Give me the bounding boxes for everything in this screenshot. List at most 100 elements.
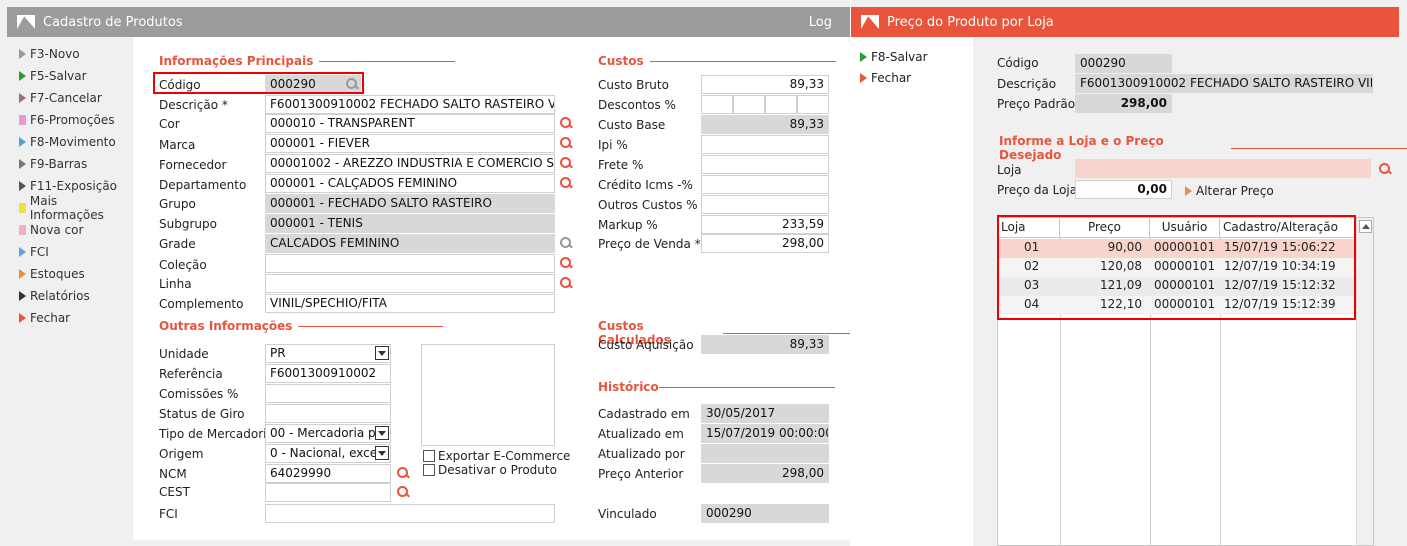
desconto-1-field[interactable] (701, 95, 733, 114)
marca-label: Marca (159, 138, 196, 152)
sidebar-item[interactable]: F9-Barras (19, 154, 87, 174)
custo-aquisicao-field: 89,33 (701, 335, 829, 354)
loja-field[interactable] (1075, 159, 1371, 178)
colecao-field[interactable] (265, 254, 555, 273)
sidebar-item[interactable]: F8-Salvar (860, 48, 928, 66)
custo-bruto-field[interactable]: 89,33 (701, 75, 829, 94)
ncm-field[interactable]: 64029990 (265, 464, 391, 483)
unidade-select[interactable]: PR (265, 344, 391, 363)
search-icon[interactable] (560, 177, 572, 189)
search-icon[interactable] (397, 486, 409, 498)
search-icon[interactable] (560, 257, 572, 269)
log-link[interactable]: Log (809, 15, 832, 30)
sidebar-icon (19, 181, 26, 191)
sidebar-item-label: F8-Salvar (871, 50, 928, 64)
complemento-field[interactable]: VINIL/SPECHIO/FITA (265, 294, 555, 313)
search-icon[interactable] (397, 467, 409, 479)
custo-base-label: Custo Base (598, 118, 666, 132)
alterar-preco-button[interactable]: Alterar Preço (1185, 184, 1274, 198)
title-bar: Cadastro de Produtos Log (7, 7, 850, 37)
fornecedor-field[interactable]: 00001002 - AREZZO INDUSTRIA E COMERCIO S… (265, 154, 555, 173)
markup-field[interactable]: 233,59 (701, 215, 829, 234)
outros-field[interactable] (701, 195, 829, 214)
sidebar-item[interactable]: Nova cor (19, 220, 83, 240)
ipi-field[interactable] (701, 135, 829, 154)
sidebar-item-label: Fechar (871, 71, 912, 85)
search-icon[interactable] (560, 157, 572, 169)
sidebar-item-label: Fechar (30, 311, 71, 325)
preco-loja-field[interactable]: 0,00 (1075, 180, 1172, 199)
title-bar: Preço do Produto por Loja (851, 7, 1399, 37)
scroll-up-icon[interactable] (1359, 220, 1372, 233)
exportar-checkbox[interactable] (423, 450, 435, 462)
chevron-down-icon[interactable] (375, 446, 389, 460)
custo-bruto-label: Custo Bruto (598, 78, 669, 92)
tipo-select[interactable]: 00 - Mercadoria par (265, 424, 391, 443)
sidebar-item[interactable]: Estoques (19, 264, 85, 284)
app-logo-icon (17, 15, 35, 29)
desativar-label: Desativar o Produto (438, 463, 557, 477)
cor-label: Cor (159, 117, 180, 131)
fci-field[interactable] (265, 504, 555, 523)
sidebar-item[interactable]: Mais Informações (19, 194, 133, 222)
frete-field[interactable] (701, 155, 829, 174)
credito-field[interactable] (701, 175, 829, 194)
desconto-3-field[interactable] (765, 95, 797, 114)
sidebar-icon (19, 93, 26, 103)
sidebar-item[interactable]: FCI (19, 242, 49, 262)
tipo-label: Tipo de Mercadoria (159, 427, 274, 441)
sidebar-item-label: Nova cor (30, 223, 84, 237)
sidebar-item-label: F11-Exposição (30, 179, 118, 193)
custo-aquisicao-label: Custo Aquisição (598, 338, 694, 352)
search-icon[interactable] (560, 277, 572, 289)
vertical-scrollbar[interactable] (1356, 218, 1373, 545)
alterar-preco-label: Alterar Preço (1196, 184, 1274, 198)
referencia-label: Referência (159, 367, 223, 381)
codigo-label: Código (997, 56, 1039, 70)
chevron-down-icon[interactable] (375, 426, 389, 440)
origem-select[interactable]: 0 - Nacional, exceto (265, 444, 391, 463)
highlight-box (997, 215, 1356, 320)
sidebar-item[interactable]: F6-Promoções (19, 110, 115, 130)
sidebar-item[interactable]: F11-Exposição (19, 176, 117, 196)
search-icon[interactable] (1379, 163, 1391, 175)
sidebar-item[interactable]: F7-Cancelar (19, 88, 102, 108)
section-title: Custos (598, 54, 644, 68)
vinculado-field: 000290 (701, 504, 829, 523)
sidebar-item[interactable]: Fechar (19, 308, 70, 328)
sidebar-item[interactable]: F8-Movimento (19, 132, 116, 152)
sidebar-icon (19, 71, 26, 81)
ipi-label: Ipi % (598, 138, 628, 152)
search-icon[interactable] (560, 237, 572, 249)
desconto-4-field[interactable] (797, 95, 829, 114)
sidebar-item[interactable]: F3-Novo (19, 44, 80, 64)
linha-field[interactable] (265, 274, 555, 293)
marca-field[interactable]: 000001 - FIEVER (265, 134, 555, 153)
sidebar-icon (19, 137, 26, 147)
sidebar-item[interactable]: F5-Salvar (19, 66, 87, 86)
search-icon[interactable] (560, 137, 572, 149)
sidebar: F3-Novo F5-Salvar F7-Cancelar F6-Promoções F… (7, 37, 133, 546)
descricao-field[interactable]: F6001300910002 FECHADO SALTO RASTEIRO VI… (265, 95, 555, 114)
custo-base-field: 89,33 (701, 115, 829, 134)
fci-label: FCI (159, 507, 178, 521)
cadastro-produtos-window: Cadastro de Produtos Log F3-Novo F5-Salva… (0, 0, 850, 546)
referencia-field[interactable]: F6001300910002 (265, 364, 391, 383)
sidebar-item[interactable]: Relatórios (19, 286, 90, 306)
chevron-down-icon[interactable] (375, 346, 389, 360)
origem-label: Origem (159, 447, 204, 461)
preco-venda-field[interactable]: 298,00 (701, 234, 829, 253)
sidebar-item[interactable]: Fechar (860, 69, 911, 87)
cest-field[interactable] (265, 483, 391, 502)
status-field[interactable] (265, 404, 391, 423)
desconto-2-field[interactable] (733, 95, 765, 114)
sidebar-item-label: F5-Salvar (30, 69, 87, 83)
sidebar-icon (19, 247, 26, 257)
image-box (421, 344, 555, 446)
cor-field[interactable]: 000010 - TRANSPARENT (265, 114, 555, 133)
descricao-label: Descrição (997, 77, 1057, 91)
departamento-field[interactable]: 000001 - CALÇADOS FEMININO (265, 174, 555, 193)
desativar-checkbox[interactable] (423, 464, 435, 476)
search-icon[interactable] (560, 117, 572, 129)
comissoes-field[interactable] (265, 384, 391, 403)
